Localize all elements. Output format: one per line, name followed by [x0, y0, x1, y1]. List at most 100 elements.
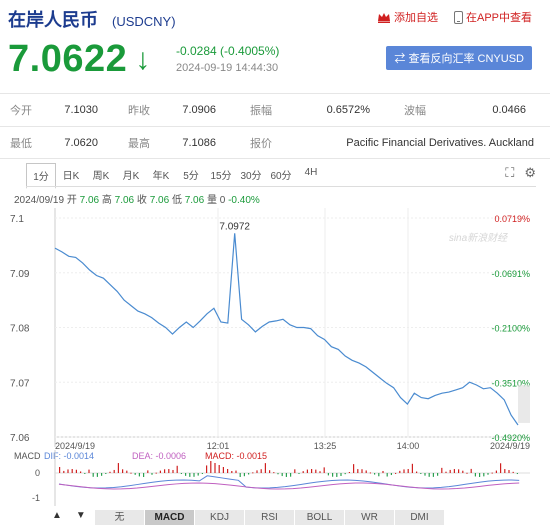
- macd-histogram-bar: [445, 471, 447, 473]
- indicator-tab-rsi[interactable]: RSI: [245, 510, 295, 525]
- stat-label: 昨收: [128, 105, 150, 117]
- current-range-marker: [518, 384, 530, 423]
- macd-histogram-bar: [239, 473, 241, 477]
- macd-histogram-bar: [122, 469, 124, 473]
- macd-histogram-bar: [151, 473, 153, 475]
- macd-histogram-bar: [218, 465, 220, 473]
- indicator-tabs: 无 MACD KDJ RSI BOLL WR DMI: [95, 510, 445, 525]
- macd-histogram-bar: [332, 473, 334, 477]
- macd-histogram-bar: [134, 473, 136, 475]
- macd-histogram-bar: [252, 472, 254, 474]
- macd-histogram-bar: [164, 469, 166, 473]
- macd-histogram-bar: [336, 473, 338, 477]
- macd-histogram-bar: [105, 473, 107, 474]
- summary-high-label: 高: [101, 195, 112, 206]
- macd-histogram-bar: [323, 467, 325, 473]
- summary-open: 7.06: [79, 195, 100, 206]
- reverse-rate-button[interactable]: ⇄ 查看反向汇率 CNYUSD: [386, 46, 532, 70]
- macd-histogram-bar: [264, 463, 266, 473]
- y-tick-label: 7.09: [10, 269, 30, 280]
- macd-histogram-bar: [290, 473, 292, 477]
- macd-histogram-bar: [88, 469, 90, 473]
- macd-histogram-bar: [462, 470, 464, 473]
- macd-y-tick: -1: [32, 493, 40, 503]
- macd-histogram-bar: [458, 469, 460, 473]
- indicator-tab-kdj[interactable]: KDJ: [195, 510, 245, 525]
- current-price: 7.0622: [8, 38, 128, 80]
- macd-histogram-bar: [130, 472, 132, 474]
- right-tick-label: 0.0719%: [494, 214, 530, 224]
- macd-nav: ▲ ▼: [52, 510, 86, 521]
- macd-histogram-bar: [256, 470, 258, 473]
- macd-histogram-bar: [273, 472, 275, 474]
- app-view-label: 在APP中查看: [465, 12, 532, 24]
- macd-histogram-bar: [495, 470, 497, 473]
- macd-histogram-bar: [75, 469, 77, 473]
- macd-histogram-bar: [298, 473, 300, 474]
- macd-histogram-bar: [361, 469, 363, 473]
- summary-vol-label: 量: [206, 195, 217, 206]
- up-arrow-icon[interactable]: ▲: [52, 510, 62, 521]
- macd-histogram-bar: [399, 470, 401, 473]
- macd-histogram-bar: [147, 470, 149, 473]
- macd-histogram-bar: [210, 461, 212, 473]
- macd-histogram-bar: [357, 469, 359, 473]
- title-row: 在岸人民币 (USDCNY): [8, 6, 176, 32]
- macd-histogram-bar: [315, 469, 317, 473]
- indicator-tab-macd[interactable]: MACD: [145, 510, 195, 525]
- price-series-line: [54, 233, 519, 426]
- macd-histogram-bar: [231, 471, 233, 473]
- macd-histogram-bar: [80, 471, 82, 473]
- macd-value-label: MACD: -0.0015: [205, 451, 267, 461]
- macd-histogram-bar: [113, 469, 115, 473]
- macd-histogram-bar: [390, 473, 392, 476]
- macd-dea-line: [58, 482, 520, 490]
- macd-histogram-bar: [185, 473, 187, 476]
- indicator-tab-none[interactable]: 无: [95, 510, 145, 525]
- macd-histogram-bar: [59, 467, 61, 473]
- macd-histogram-bar: [365, 470, 367, 473]
- macd-histogram-bar: [206, 465, 208, 473]
- indicator-tab-wr[interactable]: WR: [345, 510, 395, 525]
- macd-histogram-bar: [260, 469, 262, 473]
- add-watch-button[interactable]: 添加自选: [377, 9, 438, 25]
- price-row: 7.0622 ↓: [8, 38, 150, 81]
- summary-vol: 0: [219, 195, 226, 206]
- summary-open-label: 开: [66, 195, 77, 206]
- macd-histogram-bar: [453, 469, 455, 473]
- x-tick-label: 14:00: [397, 441, 420, 451]
- summary-close-label: 收: [136, 195, 147, 206]
- macd-histogram-bar: [340, 473, 342, 477]
- macd-histogram-bar: [374, 473, 376, 475]
- fullscreen-icon[interactable]: ⛶: [505, 165, 514, 181]
- summary-low: 7.06: [184, 195, 205, 206]
- app-view-button[interactable]: 在APP中查看: [453, 9, 532, 25]
- macd-dif-label: DIF: -0.0014: [44, 451, 94, 461]
- macd-histogram-bar: [302, 471, 304, 473]
- indicator-tab-dmi[interactable]: DMI: [395, 510, 445, 525]
- header-actions: 添加自选 在APP中查看: [377, 9, 532, 25]
- macd-histogram-bar: [311, 469, 313, 473]
- macd-histogram-bar: [428, 473, 430, 477]
- macd-histogram-bar: [197, 473, 199, 476]
- macd-histogram-bar: [235, 470, 237, 473]
- macd-histogram-bar: [143, 473, 145, 477]
- stat-label: 振幅: [250, 105, 272, 117]
- stat-value: 7.0620: [64, 136, 98, 149]
- quote-time: 2024-09-19 14:44:30: [176, 62, 279, 74]
- currency-code: (USDCNY): [112, 14, 176, 29]
- macd-histogram-bar: [416, 471, 418, 473]
- peak-label: 7.0972: [219, 221, 250, 232]
- macd-histogram-bar: [508, 470, 510, 473]
- stat-value: 7.1086: [182, 136, 216, 149]
- stats-row: 今开 7.1030 昨收 7.0906 振幅 0.6572% 波幅 0.0466: [0, 93, 550, 126]
- macd-histogram-bar: [67, 469, 69, 473]
- down-arrow-icon[interactable]: ▼: [76, 510, 86, 521]
- settings-icon[interactable]: ⚙: [524, 165, 536, 181]
- swap-icon: ⇄: [394, 53, 409, 65]
- macd-histogram-bar: [344, 473, 346, 475]
- stat-value: Pacific Financial Derivatives. Auckland: [346, 136, 534, 149]
- indicator-tab-boll[interactable]: BOLL: [295, 510, 345, 525]
- macd-histogram-bar: [512, 471, 514, 473]
- macd-histogram-bar: [378, 473, 380, 477]
